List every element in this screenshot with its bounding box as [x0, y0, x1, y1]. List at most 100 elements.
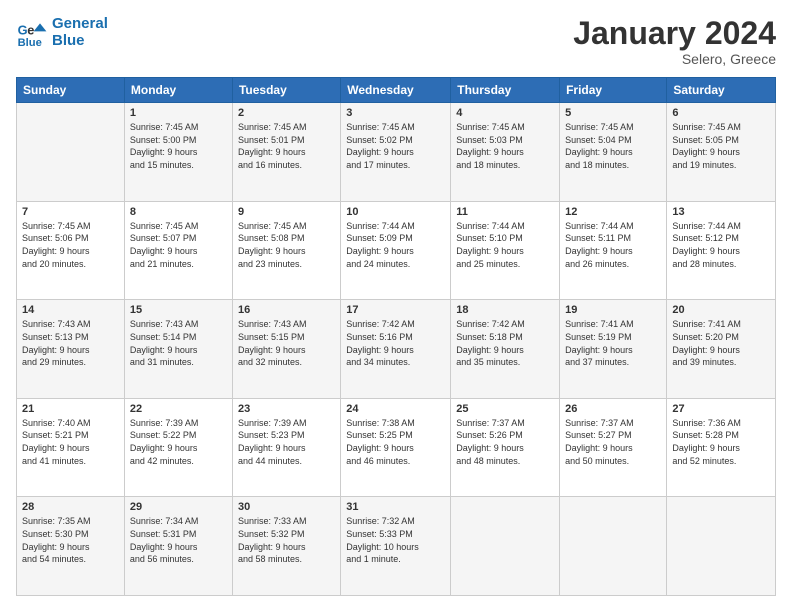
day-number: 3	[346, 107, 445, 119]
day-number: 8	[130, 206, 227, 218]
day-detail: Sunrise: 7:41 AM Sunset: 5:19 PM Dayligh…	[565, 318, 661, 368]
day-number: 11	[456, 206, 554, 218]
svg-text:Blue: Blue	[18, 36, 42, 48]
calendar-cell: 12Sunrise: 7:44 AM Sunset: 5:11 PM Dayli…	[560, 201, 667, 300]
day-detail: Sunrise: 7:42 AM Sunset: 5:18 PM Dayligh…	[456, 318, 554, 368]
col-header-saturday: Saturday	[667, 78, 776, 103]
day-number: 17	[346, 304, 445, 316]
day-number: 23	[238, 403, 335, 415]
month-year-title: January 2024	[573, 16, 776, 51]
day-detail: Sunrise: 7:44 AM Sunset: 5:10 PM Dayligh…	[456, 220, 554, 270]
day-number: 30	[238, 501, 335, 513]
day-detail: Sunrise: 7:45 AM Sunset: 5:08 PM Dayligh…	[238, 220, 335, 270]
day-number: 28	[22, 501, 119, 513]
day-number: 19	[565, 304, 661, 316]
day-number: 29	[130, 501, 227, 513]
calendar-cell: 17 Sunrise: 7:42 AM Sunset: 5:16 PM Dayli…	[341, 300, 451, 399]
day-number: 22	[130, 403, 227, 415]
location-label: Selero, Greece	[573, 51, 776, 67]
calendar-cell: 24 Sunrise: 7:38 AM Sunset: 5:25 PM Dayli…	[341, 398, 451, 497]
day-detail: Sunrise: 7:37 AM Sunset: 5:27 PM Dayligh…	[565, 417, 661, 467]
calendar-cell: 18 Sunrise: 7:42 AM Sunset: 5:18 PM Dayli…	[451, 300, 560, 399]
calendar-cell: 13Sunrise: 7:44 AM Sunset: 5:12 PM Dayli…	[667, 201, 776, 300]
day-number: 1	[130, 107, 227, 119]
day-number: 5	[565, 107, 661, 119]
day-number: 6	[672, 107, 770, 119]
calendar-cell: 3 Sunrise: 7:45 AM Sunset: 5:02 PM Daylig…	[341, 103, 451, 202]
day-number: 21	[22, 403, 119, 415]
day-number: 31	[346, 501, 445, 513]
calendar-table: SundayMondayTuesdayWednesdayThursdayFrid…	[16, 77, 776, 596]
day-detail: Sunrise: 7:39 AM Sunset: 5:23 PM Dayligh…	[238, 417, 335, 467]
day-detail: Sunrise: 7:45 AM Sunset: 5:03 PM Dayligh…	[456, 121, 554, 171]
day-number: 10	[346, 206, 445, 218]
col-header-sunday: Sunday	[17, 78, 125, 103]
day-detail: Sunrise: 7:44 AM Sunset: 5:09 PM Dayligh…	[346, 220, 445, 270]
day-number: 2	[238, 107, 335, 119]
calendar-cell: 11 Sunrise: 7:44 AM Sunset: 5:10 PM Dayli…	[451, 201, 560, 300]
calendar-cell	[17, 103, 125, 202]
col-header-wednesday: Wednesday	[341, 78, 451, 103]
calendar-cell: 10 Sunrise: 7:44 AM Sunset: 5:09 PM Dayli…	[341, 201, 451, 300]
col-header-monday: Monday	[124, 78, 232, 103]
calendar-cell: 31 Sunrise: 7:32 AM Sunset: 5:33 PM Dayli…	[341, 497, 451, 596]
calendar-cell: 8 Sunrise: 7:45 AM Sunset: 5:07 PM Daylig…	[124, 201, 232, 300]
day-detail: Sunrise: 7:41 AM Sunset: 5:20 PM Dayligh…	[672, 318, 770, 368]
day-detail: Sunrise: 7:43 AM Sunset: 5:14 PM Dayligh…	[130, 318, 227, 368]
calendar-cell: 15 Sunrise: 7:43 AM Sunset: 5:14 PM Dayli…	[124, 300, 232, 399]
day-detail: Sunrise: 7:40 AM Sunset: 5:21 PM Dayligh…	[22, 417, 119, 467]
day-detail: Sunrise: 7:44 AM Sunset: 5:12 PM Dayligh…	[672, 220, 770, 270]
day-number: 18	[456, 304, 554, 316]
day-detail: Sunrise: 7:36 AM Sunset: 5:28 PM Dayligh…	[672, 417, 770, 467]
calendar-cell	[451, 497, 560, 596]
day-detail: Sunrise: 7:34 AM Sunset: 5:31 PM Dayligh…	[130, 515, 227, 565]
calendar-cell: 25Sunrise: 7:37 AM Sunset: 5:26 PM Dayli…	[451, 398, 560, 497]
day-number: 26	[565, 403, 661, 415]
day-detail: Sunrise: 7:45 AM Sunset: 5:05 PM Dayligh…	[672, 121, 770, 171]
day-detail: Sunrise: 7:43 AM Sunset: 5:13 PM Dayligh…	[22, 318, 119, 368]
day-detail: Sunrise: 7:45 AM Sunset: 5:01 PM Dayligh…	[238, 121, 335, 171]
calendar-cell: 23 Sunrise: 7:39 AM Sunset: 5:23 PM Dayli…	[232, 398, 340, 497]
day-detail: Sunrise: 7:45 AM Sunset: 5:07 PM Dayligh…	[130, 220, 227, 270]
calendar-cell	[560, 497, 667, 596]
svg-text:e: e	[27, 22, 34, 37]
calendar-cell: 6 Sunrise: 7:45 AM Sunset: 5:05 PM Daylig…	[667, 103, 776, 202]
calendar-cell: 30Sunrise: 7:33 AM Sunset: 5:32 PM Dayli…	[232, 497, 340, 596]
logo-general: General	[52, 15, 108, 32]
calendar-cell: 9Sunrise: 7:45 AM Sunset: 5:08 PM Daylig…	[232, 201, 340, 300]
calendar-cell: 27 Sunrise: 7:36 AM Sunset: 5:28 PM Dayli…	[667, 398, 776, 497]
day-detail: Sunrise: 7:45 AM Sunset: 5:00 PM Dayligh…	[130, 121, 227, 171]
day-detail: Sunrise: 7:38 AM Sunset: 5:25 PM Dayligh…	[346, 417, 445, 467]
calendar-cell: 5 Sunrise: 7:45 AM Sunset: 5:04 PM Daylig…	[560, 103, 667, 202]
calendar-cell: 22Sunrise: 7:39 AM Sunset: 5:22 PM Dayli…	[124, 398, 232, 497]
day-detail: Sunrise: 7:45 AM Sunset: 5:02 PM Dayligh…	[346, 121, 445, 171]
col-header-thursday: Thursday	[451, 78, 560, 103]
calendar-cell: 1 Sunrise: 7:45 AM Sunset: 5:00 PM Daylig…	[124, 103, 232, 202]
day-number: 27	[672, 403, 770, 415]
calendar-cell: 19 Sunrise: 7:41 AM Sunset: 5:19 PM Dayli…	[560, 300, 667, 399]
day-number: 20	[672, 304, 770, 316]
day-detail: Sunrise: 7:32 AM Sunset: 5:33 PM Dayligh…	[346, 515, 445, 565]
col-header-tuesday: Tuesday	[232, 78, 340, 103]
day-number: 25	[456, 403, 554, 415]
calendar-cell: 16 Sunrise: 7:43 AM Sunset: 5:15 PM Dayli…	[232, 300, 340, 399]
day-number: 24	[346, 403, 445, 415]
calendar-cell: 20 Sunrise: 7:41 AM Sunset: 5:20 PM Dayli…	[667, 300, 776, 399]
day-number: 16	[238, 304, 335, 316]
day-detail: Sunrise: 7:42 AM Sunset: 5:16 PM Dayligh…	[346, 318, 445, 368]
calendar-cell: 28 Sunrise: 7:35 AM Sunset: 5:30 PM Dayli…	[17, 497, 125, 596]
day-number: 15	[130, 304, 227, 316]
calendar-cell: 26 Sunrise: 7:37 AM Sunset: 5:27 PM Dayli…	[560, 398, 667, 497]
day-detail: Sunrise: 7:43 AM Sunset: 5:15 PM Dayligh…	[238, 318, 335, 368]
day-detail: Sunrise: 7:45 AM Sunset: 5:04 PM Dayligh…	[565, 121, 661, 171]
day-number: 7	[22, 206, 119, 218]
logo-icon: G e Blue	[16, 17, 48, 49]
day-number: 4	[456, 107, 554, 119]
calendar-cell	[667, 497, 776, 596]
calendar-cell: 14 Sunrise: 7:43 AM Sunset: 5:13 PM Dayli…	[17, 300, 125, 399]
calendar-cell: 4 Sunrise: 7:45 AM Sunset: 5:03 PM Daylig…	[451, 103, 560, 202]
page-header: G e Blue General Blue January 2024 Seler…	[16, 16, 776, 67]
day-detail: Sunrise: 7:35 AM Sunset: 5:30 PM Dayligh…	[22, 515, 119, 565]
day-number: 14	[22, 304, 119, 316]
day-number: 12	[565, 206, 661, 218]
